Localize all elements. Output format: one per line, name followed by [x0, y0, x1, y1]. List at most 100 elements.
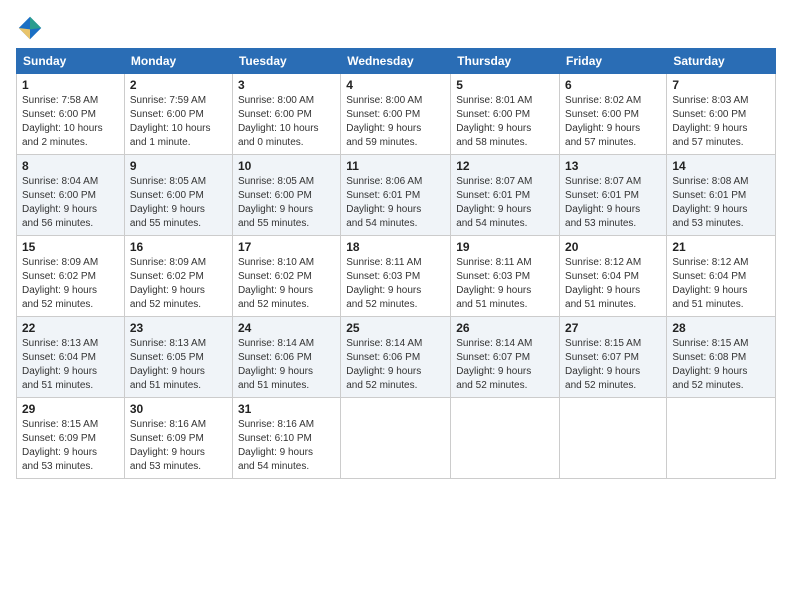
day-cell: 8 Sunrise: 8:04 AM Sunset: 6:00 PM Daylig…	[17, 155, 125, 236]
day-number: 28	[672, 321, 770, 335]
week-row-5: 29 Sunrise: 8:15 AM Sunset: 6:09 PM Dayli…	[17, 398, 776, 479]
week-row-2: 8 Sunrise: 8:04 AM Sunset: 6:00 PM Daylig…	[17, 155, 776, 236]
day-info: Sunrise: 8:09 AM Sunset: 6:02 PM Dayligh…	[22, 256, 119, 312]
day-number: 15	[22, 240, 119, 254]
day-info: Sunrise: 8:12 AM Sunset: 6:04 PM Dayligh…	[672, 256, 770, 312]
day-cell: 11 Sunrise: 8:06 AM Sunset: 6:01 PM Dayli…	[341, 155, 451, 236]
day-cell: 25Sunrise: 8:14 AM Sunset: 6:06 PM Dayli…	[341, 317, 451, 398]
day-number: 9	[130, 159, 227, 173]
header	[16, 10, 776, 42]
day-cell: 6 Sunrise: 8:02 AM Sunset: 6:00 PM Daylig…	[560, 74, 667, 155]
day-info: Sunrise: 8:13 AM Sunset: 6:05 PM Dayligh…	[130, 337, 227, 393]
col-header-saturday: Saturday	[667, 49, 776, 74]
day-info: Sunrise: 8:16 AM Sunset: 6:10 PM Dayligh…	[238, 418, 335, 474]
day-cell: 27Sunrise: 8:15 AM Sunset: 6:07 PM Dayli…	[560, 317, 667, 398]
day-number: 12	[456, 159, 554, 173]
day-cell: 22 Sunrise: 8:13 AM Sunset: 6:04 PM Dayli…	[17, 317, 125, 398]
day-number: 11	[346, 159, 445, 173]
day-cell: 26 Sunrise: 8:14 AM Sunset: 6:07 PM Dayli…	[451, 317, 560, 398]
day-cell: 2 Sunrise: 7:59 AM Sunset: 6:00 PM Daylig…	[124, 74, 232, 155]
day-number: 26	[456, 321, 554, 335]
header-row: SundayMondayTuesdayWednesdayThursdayFrid…	[17, 49, 776, 74]
day-number: 13	[565, 159, 661, 173]
day-info: Sunrise: 8:10 AM Sunset: 6:02 PM Dayligh…	[238, 256, 335, 312]
day-cell: 17 Sunrise: 8:10 AM Sunset: 6:02 PM Dayli…	[232, 236, 340, 317]
day-cell: 12 Sunrise: 8:07 AM Sunset: 6:01 PM Dayli…	[451, 155, 560, 236]
day-cell: 28 Sunrise: 8:15 AM Sunset: 6:08 PM Dayli…	[667, 317, 776, 398]
calendar-page: SundayMondayTuesdayWednesdayThursdayFrid…	[0, 0, 792, 612]
day-info: Sunrise: 8:07 AM Sunset: 6:01 PM Dayligh…	[456, 175, 554, 231]
day-number: 30	[130, 402, 227, 416]
day-info: Sunrise: 8:11 AM Sunset: 6:03 PM Dayligh…	[346, 256, 445, 312]
day-info: Sunrise: 8:15 AM Sunset: 6:08 PM Dayligh…	[672, 337, 770, 393]
day-info: Sunrise: 8:14 AM Sunset: 6:06 PM Dayligh…	[238, 337, 335, 393]
col-header-tuesday: Tuesday	[232, 49, 340, 74]
day-info: Sunrise: 8:14 AM Sunset: 6:06 PM Dayligh…	[346, 337, 445, 393]
logo-icon	[16, 14, 44, 42]
day-info: Sunrise: 8:05 AM Sunset: 6:00 PM Dayligh…	[238, 175, 335, 231]
day-number: 4	[346, 78, 445, 92]
col-header-monday: Monday	[124, 49, 232, 74]
day-number: 20	[565, 240, 661, 254]
day-info: Sunrise: 8:00 AM Sunset: 6:00 PM Dayligh…	[346, 94, 445, 150]
day-number: 8	[22, 159, 119, 173]
day-info: Sunrise: 8:07 AM Sunset: 6:01 PM Dayligh…	[565, 175, 661, 231]
day-cell: 21 Sunrise: 8:12 AM Sunset: 6:04 PM Dayli…	[667, 236, 776, 317]
day-cell: 19 Sunrise: 8:11 AM Sunset: 6:03 PM Dayli…	[451, 236, 560, 317]
day-info: Sunrise: 8:15 AM Sunset: 6:07 PM Dayligh…	[565, 337, 661, 393]
day-cell: 14Sunrise: 8:08 AM Sunset: 6:01 PM Dayli…	[667, 155, 776, 236]
day-cell	[667, 398, 776, 479]
day-info: Sunrise: 7:59 AM Sunset: 6:00 PM Dayligh…	[130, 94, 227, 150]
day-info: Sunrise: 8:15 AM Sunset: 6:09 PM Dayligh…	[22, 418, 119, 474]
day-cell: 1 Sunrise: 7:58 AM Sunset: 6:00 PM Daylig…	[17, 74, 125, 155]
day-number: 14	[672, 159, 770, 173]
day-info: Sunrise: 8:03 AM Sunset: 6:00 PM Dayligh…	[672, 94, 770, 150]
col-header-wednesday: Wednesday	[341, 49, 451, 74]
day-number: 18	[346, 240, 445, 254]
week-row-3: 15 Sunrise: 8:09 AM Sunset: 6:02 PM Dayli…	[17, 236, 776, 317]
day-number: 7	[672, 78, 770, 92]
day-info: Sunrise: 8:11 AM Sunset: 6:03 PM Dayligh…	[456, 256, 554, 312]
day-number: 5	[456, 78, 554, 92]
day-info: Sunrise: 8:06 AM Sunset: 6:01 PM Dayligh…	[346, 175, 445, 231]
day-cell: 30Sunrise: 8:16 AM Sunset: 6:09 PM Dayli…	[124, 398, 232, 479]
day-info: Sunrise: 8:02 AM Sunset: 6:00 PM Dayligh…	[565, 94, 661, 150]
day-number: 21	[672, 240, 770, 254]
day-info: Sunrise: 8:09 AM Sunset: 6:02 PM Dayligh…	[130, 256, 227, 312]
day-info: Sunrise: 8:14 AM Sunset: 6:07 PM Dayligh…	[456, 337, 554, 393]
day-number: 17	[238, 240, 335, 254]
day-number: 29	[22, 402, 119, 416]
col-header-thursday: Thursday	[451, 49, 560, 74]
day-info: Sunrise: 8:04 AM Sunset: 6:00 PM Dayligh…	[22, 175, 119, 231]
week-row-4: 22 Sunrise: 8:13 AM Sunset: 6:04 PM Dayli…	[17, 317, 776, 398]
day-info: Sunrise: 8:13 AM Sunset: 6:04 PM Dayligh…	[22, 337, 119, 393]
day-number: 2	[130, 78, 227, 92]
day-info: Sunrise: 7:58 AM Sunset: 6:00 PM Dayligh…	[22, 94, 119, 150]
day-cell: 24Sunrise: 8:14 AM Sunset: 6:06 PM Dayli…	[232, 317, 340, 398]
day-number: 22	[22, 321, 119, 335]
day-cell: 4 Sunrise: 8:00 AM Sunset: 6:00 PM Daylig…	[341, 74, 451, 155]
day-info: Sunrise: 8:01 AM Sunset: 6:00 PM Dayligh…	[456, 94, 554, 150]
day-info: Sunrise: 8:12 AM Sunset: 6:04 PM Dayligh…	[565, 256, 661, 312]
day-cell	[451, 398, 560, 479]
day-cell: 20 Sunrise: 8:12 AM Sunset: 6:04 PM Dayli…	[560, 236, 667, 317]
day-number: 6	[565, 78, 661, 92]
day-cell: 31 Sunrise: 8:16 AM Sunset: 6:10 PM Dayli…	[232, 398, 340, 479]
day-number: 1	[22, 78, 119, 92]
day-cell: 9 Sunrise: 8:05 AM Sunset: 6:00 PM Daylig…	[124, 155, 232, 236]
day-number: 10	[238, 159, 335, 173]
day-number: 31	[238, 402, 335, 416]
day-cell: 13 Sunrise: 8:07 AM Sunset: 6:01 PM Dayli…	[560, 155, 667, 236]
day-number: 16	[130, 240, 227, 254]
day-cell: 29 Sunrise: 8:15 AM Sunset: 6:09 PM Dayli…	[17, 398, 125, 479]
day-cell: 16 Sunrise: 8:09 AM Sunset: 6:02 PM Dayli…	[124, 236, 232, 317]
day-cell: 10 Sunrise: 8:05 AM Sunset: 6:00 PM Dayli…	[232, 155, 340, 236]
week-row-1: 1 Sunrise: 7:58 AM Sunset: 6:00 PM Daylig…	[17, 74, 776, 155]
col-header-sunday: Sunday	[17, 49, 125, 74]
day-number: 23	[130, 321, 227, 335]
col-header-friday: Friday	[560, 49, 667, 74]
day-cell: 15 Sunrise: 8:09 AM Sunset: 6:02 PM Dayli…	[17, 236, 125, 317]
day-cell: 5 Sunrise: 8:01 AM Sunset: 6:00 PM Daylig…	[451, 74, 560, 155]
day-number: 19	[456, 240, 554, 254]
day-info: Sunrise: 8:05 AM Sunset: 6:00 PM Dayligh…	[130, 175, 227, 231]
